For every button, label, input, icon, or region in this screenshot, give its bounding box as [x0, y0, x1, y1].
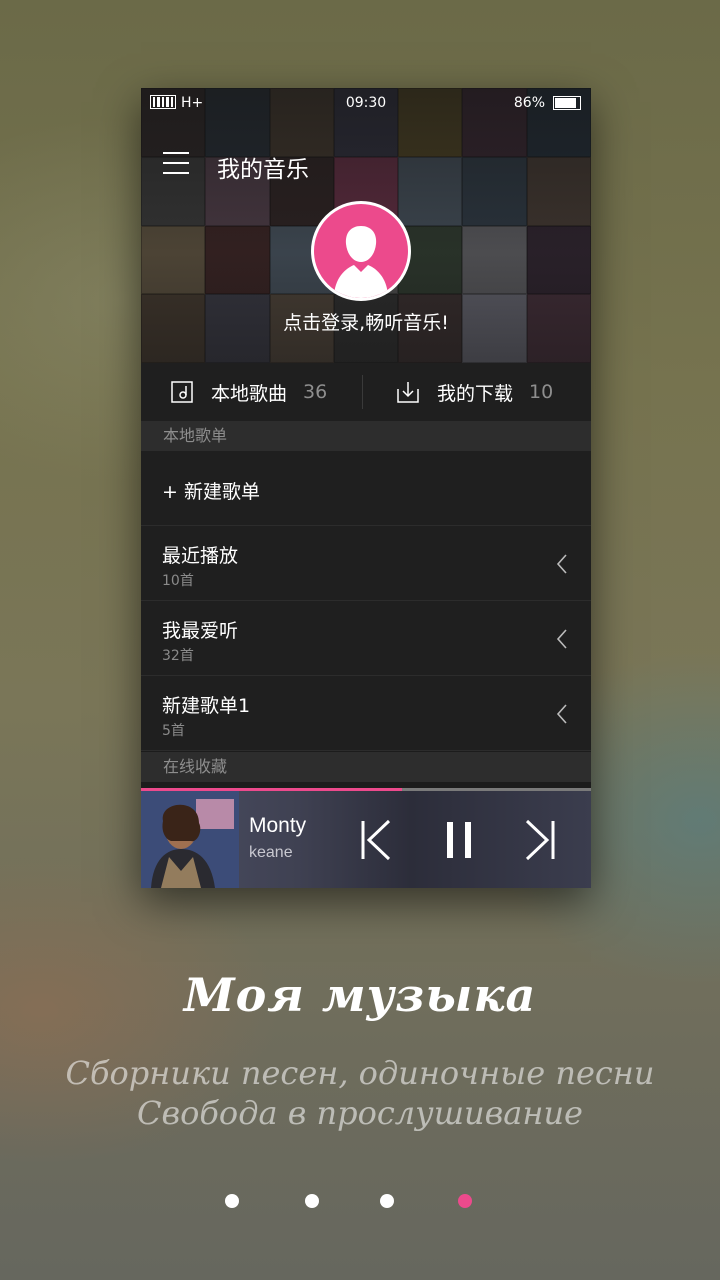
page-dot[interactable]	[458, 1194, 472, 1208]
playlist-title: 新建歌单1	[162, 695, 251, 717]
battery-icon	[553, 96, 581, 110]
page-indicator	[0, 1194, 720, 1210]
playlist-title: 最近播放	[162, 545, 239, 567]
playlist-title: 我最爱听	[162, 620, 239, 642]
section-online-favorites: 在线收藏	[141, 752, 591, 782]
menu-icon[interactable]	[163, 152, 189, 174]
status-bar: H+ 09:30 86%	[141, 88, 591, 118]
pause-icon[interactable]	[441, 818, 481, 862]
divider	[362, 375, 363, 409]
local-songs-label: 本地歌曲	[211, 382, 288, 405]
promo-subtitle-line1: Сборники песен, одиночные песни	[65, 1054, 655, 1092]
my-downloads-count: 10	[529, 381, 554, 403]
playlist-row[interactable]: 最近播放 10首	[141, 526, 591, 601]
page-dot[interactable]	[305, 1194, 319, 1208]
playlist-row[interactable]: 新建歌单1 5首	[141, 676, 591, 751]
chevron-left-icon[interactable]	[555, 629, 569, 649]
song-artist: keane	[249, 844, 293, 861]
avatar[interactable]	[311, 201, 411, 301]
quick-access-bar: 本地歌曲 36 我的下载 10	[141, 363, 591, 421]
previous-icon[interactable]	[357, 818, 397, 862]
song-title: Monty	[249, 814, 307, 837]
new-playlist-label: + 新建歌单	[162, 481, 260, 503]
local-music-icon	[171, 381, 193, 403]
section-local-playlists: 本地歌单	[141, 421, 591, 451]
page-dot[interactable]	[380, 1194, 394, 1208]
battery-percent: 86%	[513, 95, 545, 111]
header-banner: H+ 09:30 86% 我的音乐 点击登录,畅听音乐!	[141, 88, 591, 363]
playlist-count: 10首	[162, 573, 194, 589]
promo-title: Моя музыка	[183, 968, 537, 1022]
chevron-left-icon[interactable]	[555, 554, 569, 574]
my-downloads-label: 我的下载	[437, 382, 514, 405]
playlist-count: 32首	[162, 648, 194, 664]
my-downloads-button[interactable]: 我的下载 10	[397, 363, 553, 421]
playlist-row[interactable]: 我最爱听 32首	[141, 601, 591, 676]
local-songs-button[interactable]: 本地歌曲 36	[171, 363, 327, 421]
mini-player[interactable]: Monty keane	[141, 788, 591, 888]
page-title: 我的音乐	[217, 157, 309, 183]
playlist-count: 5首	[162, 723, 185, 739]
login-prompt[interactable]: 点击登录,畅听音乐!	[141, 308, 591, 335]
promo-subtitle-line2: Свобода в прослушивание	[137, 1094, 583, 1132]
download-icon	[397, 381, 419, 403]
user-silhouette-icon	[334, 226, 388, 298]
album-cover[interactable]	[141, 791, 239, 888]
page-dot[interactable]	[225, 1194, 239, 1208]
new-playlist-button[interactable]: + 新建歌单	[141, 451, 591, 526]
app-screen: H+ 09:30 86% 我的音乐 点击登录,畅听音乐! 本地歌曲 36 我的下…	[141, 88, 591, 888]
local-songs-count: 36	[303, 381, 328, 403]
next-icon[interactable]	[521, 818, 561, 862]
chevron-left-icon[interactable]	[555, 704, 569, 724]
